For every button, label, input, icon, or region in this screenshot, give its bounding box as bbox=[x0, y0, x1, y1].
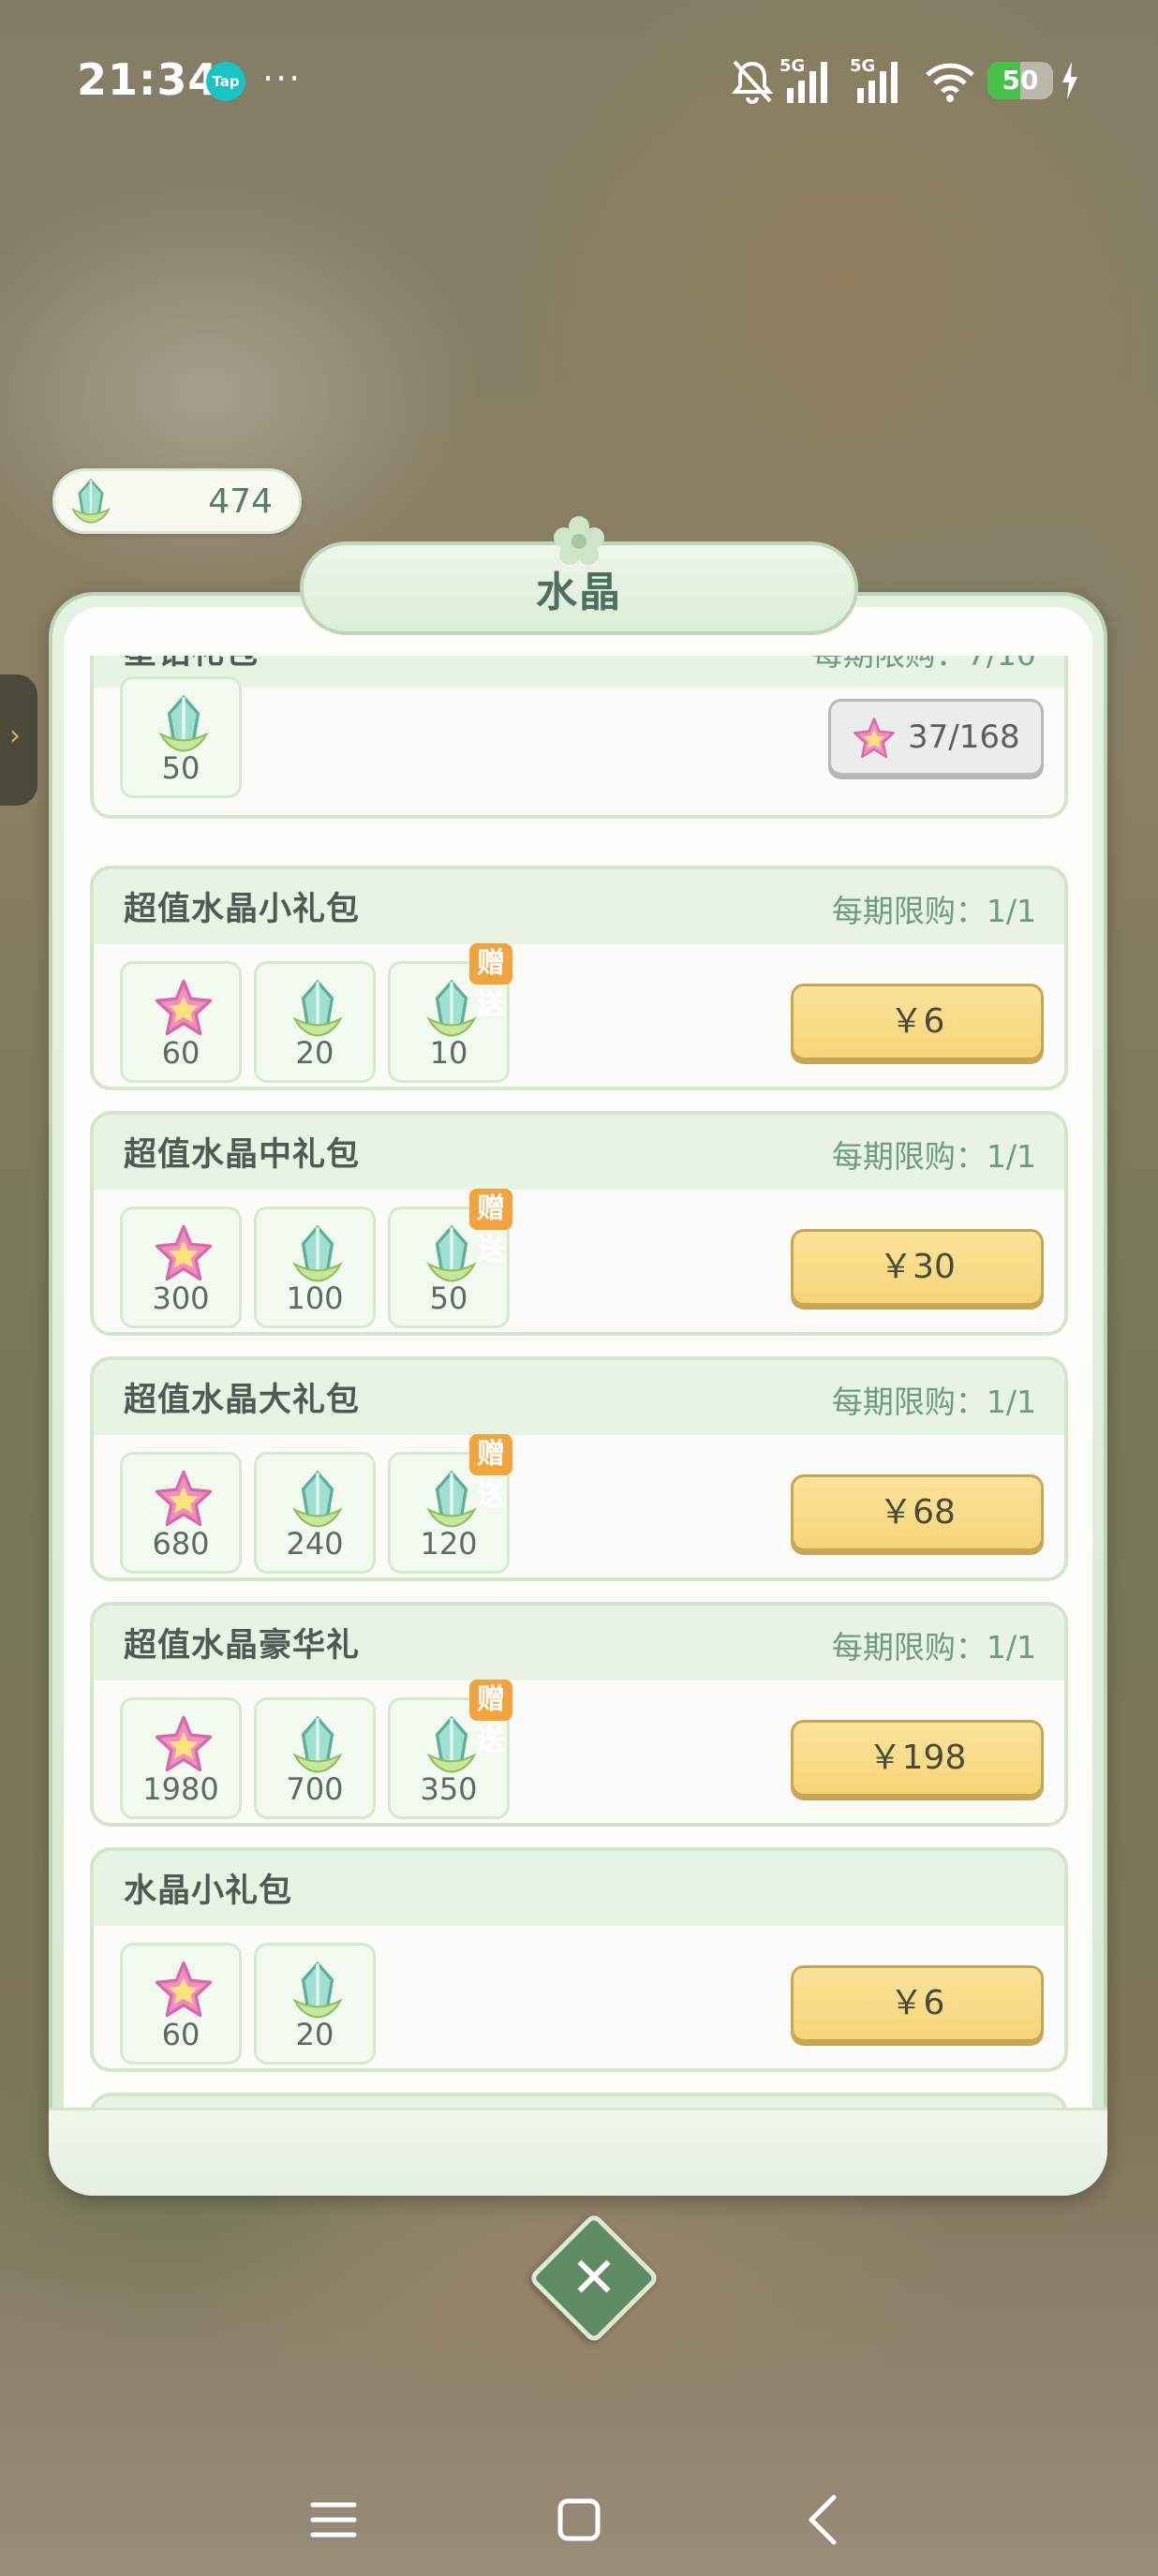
package-name: 超值水晶豪华礼 bbox=[124, 1627, 361, 1665]
reward-item[interactable]: 100 bbox=[254, 1207, 376, 1328]
purchase-limit: 每期限购：1/1 bbox=[831, 1629, 1036, 1666]
reward-quantity: 100 bbox=[286, 1281, 344, 1316]
reward-quantity: 120 bbox=[420, 1526, 478, 1562]
buy-button[interactable]: ￥30 bbox=[791, 1229, 1044, 1306]
card-header: 超值水晶中礼包 每期限购：1/1 bbox=[94, 1115, 1064, 1190]
star-icon bbox=[155, 1470, 213, 1527]
buy-button[interactable]: ￥6 bbox=[791, 1965, 1044, 2042]
signal-icon-2: 5G bbox=[850, 56, 898, 103]
menu-nav-button[interactable] bbox=[296, 2482, 371, 2557]
price-label: 37/168 bbox=[908, 718, 1020, 756]
reward-quantity: 350 bbox=[420, 1771, 478, 1807]
reward-item[interactable]: 1980 bbox=[120, 1697, 242, 1819]
star-icon bbox=[155, 1715, 213, 1772]
system-nav-bar bbox=[0, 2454, 1158, 2576]
bell-muted-icon bbox=[731, 60, 774, 104]
home-nav-button[interactable] bbox=[542, 2482, 616, 2557]
back-nav-button[interactable] bbox=[787, 2482, 862, 2557]
package-name: 超值水晶中礼包 bbox=[124, 1136, 361, 1174]
package-card: 星钻礼包 每期限购：7/10 50 37/168 bbox=[90, 656, 1068, 819]
side-expand-tab[interactable]: › bbox=[0, 674, 37, 806]
reward-quantity: 240 bbox=[286, 1526, 344, 1562]
wifi-icon bbox=[926, 63, 974, 102]
reward-item[interactable]: 350 赠送 bbox=[388, 1680, 512, 1819]
battery-percent: 50 bbox=[1002, 65, 1039, 96]
package-card: 超值水晶小礼包 每期限购：1/1 60 20 10 赠送 ￥6 bbox=[90, 866, 1068, 1090]
purchase-limit: 每期限购：1/1 bbox=[831, 1384, 1036, 1420]
package-name: 水晶小礼包 bbox=[124, 1873, 293, 1910]
bonus-tag: 赠送 bbox=[469, 943, 512, 1021]
reward-item[interactable]: 60 bbox=[120, 961, 242, 1083]
package-card: 超值水晶大礼包 每期限购：1/1 680 240 120 赠送 ￥68 bbox=[90, 1356, 1068, 1581]
svg-text:5G: 5G bbox=[850, 56, 875, 76]
card-header: 水晶小礼包 bbox=[94, 1851, 1064, 1926]
reward-quantity: 60 bbox=[161, 1035, 200, 1071]
star-icon bbox=[854, 718, 895, 759]
reward-item[interactable]: 300 bbox=[120, 1207, 242, 1328]
reward-item[interactable]: 700 bbox=[254, 1697, 376, 1819]
buy-button[interactable]: ￥6 bbox=[791, 984, 1044, 1060]
bonus-tag: 赠送 bbox=[469, 1680, 512, 1757]
package-card: 超值水晶豪华礼 每期限购：1/1 1980 700 350 赠送 ￥198 bbox=[90, 1602, 1068, 1827]
reward-item[interactable]: 240 bbox=[254, 1452, 376, 1574]
reward-quantity: 50 bbox=[161, 750, 200, 786]
reward-quantity: 20 bbox=[295, 1035, 334, 1071]
reward-quantity: 50 bbox=[429, 1281, 468, 1316]
title-plaque: 水晶 bbox=[262, 513, 896, 652]
reward-quantity: 1980 bbox=[142, 1771, 219, 1807]
more-notifications-icon: ··· bbox=[262, 58, 303, 99]
reward-quantity: 60 bbox=[161, 2017, 200, 2052]
reward-item[interactable]: 20 bbox=[254, 1943, 376, 2065]
reward-item[interactable]: 50 赠送 bbox=[388, 1189, 512, 1328]
purchase-limit: 每期限购：1/1 bbox=[831, 893, 1036, 929]
reward-item[interactable]: 60 bbox=[120, 1943, 242, 2065]
reward-item[interactable]: 20 bbox=[254, 961, 376, 1083]
charging-icon bbox=[1062, 62, 1077, 99]
reward-quantity: 680 bbox=[152, 1526, 210, 1562]
status-bar: 21:34 Tap ··· 5G 5G 50 bbox=[0, 0, 1158, 159]
star-icon bbox=[155, 1224, 213, 1281]
package-card: 水晶小礼包 60 20 ￥6 bbox=[90, 1847, 1068, 2072]
bonus-tag: 赠送 bbox=[469, 1434, 512, 1512]
star-icon bbox=[155, 1961, 213, 2018]
reward-item[interactable]: 10 赠送 bbox=[388, 943, 512, 1083]
buy-button[interactable]: 37/168 bbox=[828, 699, 1044, 776]
close-icon: ✕ bbox=[570, 2245, 618, 2311]
reward-quantity: 20 bbox=[295, 2017, 334, 2052]
panel-title: 水晶 bbox=[536, 569, 622, 616]
package-card: 超值水晶中礼包 每期限购：1/1 300 100 50 赠送 ￥30 bbox=[90, 1111, 1068, 1336]
crystal-icon bbox=[70, 478, 111, 524]
buy-button[interactable]: ￥198 bbox=[791, 1720, 1044, 1797]
card-header: 超值水晶小礼包 每期限购：1/1 bbox=[94, 869, 1064, 944]
taptap-icon: Tap bbox=[206, 62, 245, 101]
purchase-limit: 每期限购：7/10 bbox=[812, 656, 1036, 674]
panel-footer-decoration bbox=[49, 2108, 1107, 2196]
clock: 21:34 bbox=[77, 54, 219, 105]
battery-icon: 50 bbox=[987, 62, 1053, 99]
star-icon bbox=[155, 979, 213, 1036]
package-list[interactable]: 星钻礼包每期限购：7/105037/168超值水晶小礼包每期限购：1/16020… bbox=[90, 656, 1068, 2126]
package-name: 超值水晶小礼包 bbox=[124, 891, 361, 928]
reward-quantity: 300 bbox=[152, 1281, 210, 1316]
card-header: 超值水晶大礼包 每期限购：1/1 bbox=[94, 1360, 1064, 1435]
reward-item[interactable]: 50 bbox=[120, 676, 242, 798]
reward-quantity: 700 bbox=[286, 1771, 344, 1807]
reward-item[interactable]: 680 bbox=[120, 1452, 242, 1574]
package-name: 超值水晶大礼包 bbox=[124, 1382, 361, 1419]
signal-icon-1: 5G bbox=[779, 56, 827, 103]
card-header: 超值水晶豪华礼 每期限购：1/1 bbox=[94, 1606, 1064, 1680]
reward-quantity: 10 bbox=[429, 1035, 468, 1071]
bonus-tag: 赠送 bbox=[469, 1189, 512, 1266]
reward-item[interactable]: 120 赠送 bbox=[388, 1434, 512, 1574]
svg-text:5G: 5G bbox=[779, 56, 805, 76]
package-name: 星钻礼包 bbox=[124, 656, 259, 674]
buy-button[interactable]: ￥68 bbox=[791, 1474, 1044, 1551]
chevron-right-icon: › bbox=[9, 719, 21, 752]
purchase-limit: 每期限购：1/1 bbox=[831, 1138, 1036, 1175]
